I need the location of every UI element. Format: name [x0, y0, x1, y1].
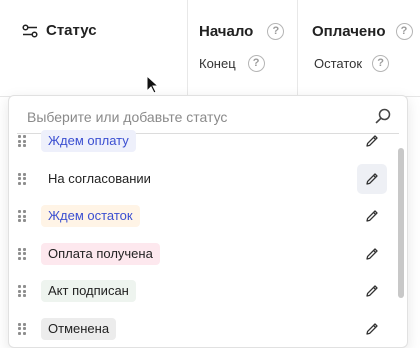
scrollbar-thumb[interactable]: [398, 148, 404, 298]
search-icon[interactable]: [375, 108, 391, 124]
edit-status-button[interactable]: [357, 163, 387, 194]
drag-handle-icon[interactable]: [18, 210, 26, 222]
status-option[interactable]: Ждем оплату: [9, 123, 397, 159]
remaining-column-title: Остаток: [314, 56, 363, 71]
drag-handle-icon[interactable]: [18, 322, 26, 335]
status-column-title: Статус: [46, 22, 97, 39]
remaining-column-header[interactable]: Остаток ?: [314, 55, 390, 72]
status-option[interactable]: Оплата получена: [9, 236, 397, 272]
end-column-header[interactable]: Конец ?: [199, 55, 265, 72]
pencil-icon: [366, 172, 378, 185]
column-divider: [187, 0, 188, 96]
status-tag: Ждем оплату: [41, 130, 136, 152]
edit-status-button[interactable]: [357, 314, 387, 344]
question-circle-icon[interactable]: ?: [267, 23, 285, 40]
question-circle-icon[interactable]: ?: [247, 55, 265, 72]
table-header: Статус Начало ? Конец ? Оплачено ? Остат…: [0, 0, 420, 97]
paid-column-title: Оплачено: [312, 23, 386, 40]
status-option[interactable]: На согласовании: [9, 161, 397, 197]
column-divider: [297, 0, 298, 96]
status-option[interactable]: Отменена: [9, 311, 397, 347]
drag-handle-icon[interactable]: [18, 285, 26, 297]
pencil-icon: [366, 285, 378, 297]
question-circle-icon[interactable]: ?: [395, 23, 413, 40]
scrollbar[interactable]: [398, 136, 405, 346]
filter-sliders-icon: [22, 23, 38, 38]
pencil-icon: [366, 322, 378, 335]
status-column-header[interactable]: Статус: [22, 22, 97, 39]
edit-status-button[interactable]: [357, 126, 387, 156]
status-tag: Оплата получена: [41, 242, 160, 265]
status-tag: Отменена: [41, 317, 117, 340]
edit-status-button[interactable]: [357, 201, 387, 231]
status-dropdown: Ждем оплату На согласовании Ждем остаток Оп…: [8, 95, 408, 348]
mouse-cursor-icon: [146, 75, 160, 94]
end-column-title: Конец: [199, 56, 236, 71]
question-circle-icon[interactable]: ?: [372, 55, 390, 72]
pencil-icon: [366, 210, 378, 222]
status-tag: На согласовании: [41, 167, 158, 190]
status-option[interactable]: Ждем остаток: [9, 198, 397, 234]
drag-handle-icon[interactable]: [18, 172, 26, 185]
status-tag: Акт подписан: [41, 280, 136, 302]
paid-column-header[interactable]: Оплачено ?: [312, 23, 413, 40]
pencil-icon: [366, 247, 378, 260]
edit-status-button[interactable]: [357, 239, 387, 269]
start-column-header[interactable]: Начало ?: [199, 23, 285, 40]
edit-status-button[interactable]: [357, 276, 387, 306]
drag-handle-icon[interactable]: [18, 247, 26, 260]
start-column-title: Начало: [199, 23, 254, 40]
drag-handle-icon[interactable]: [18, 135, 26, 147]
status-tag: Ждем остаток: [41, 205, 140, 227]
pencil-icon: [366, 135, 378, 147]
status-option[interactable]: Акт подписан: [9, 273, 397, 309]
